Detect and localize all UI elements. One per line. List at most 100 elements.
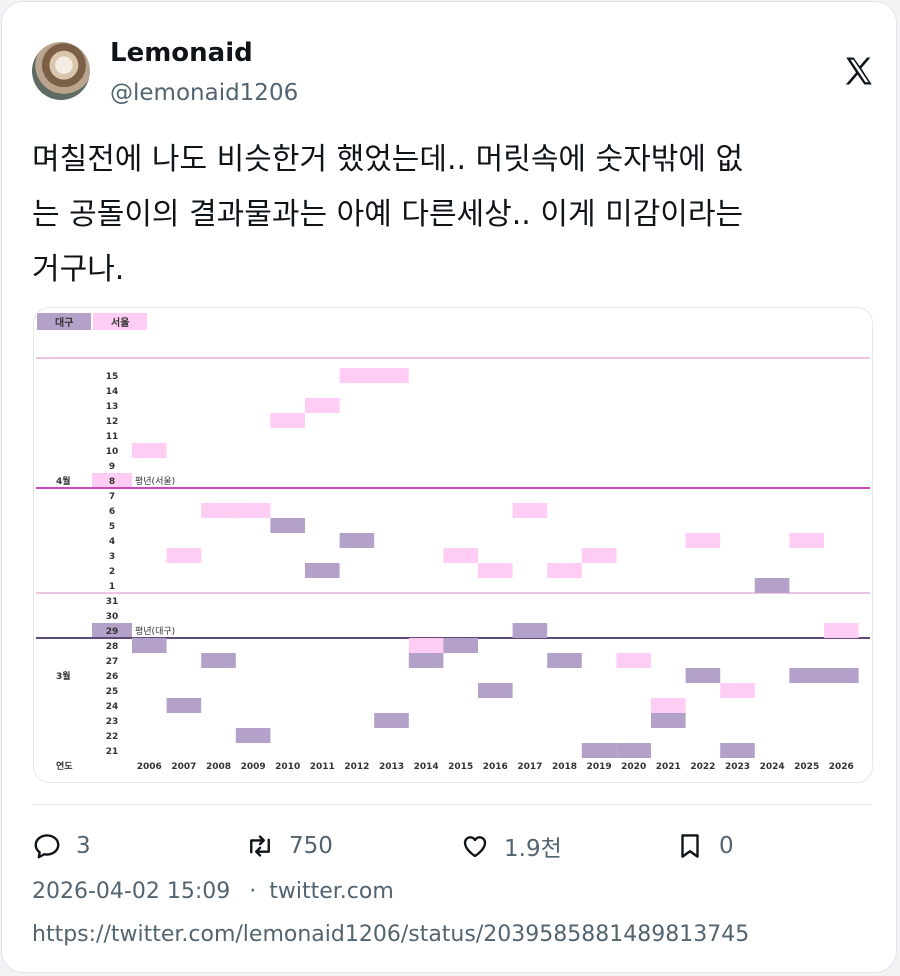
year-tick-label: 2014 [414,762,439,772]
cell-seoul [201,503,236,518]
date-tick-label: 9 [109,462,115,472]
cell-seoul [339,368,375,383]
cell-seoul [166,548,202,563]
cell-daegu [339,533,375,548]
timestamp[interactable]: 2026-04-02 15:09 [32,879,230,904]
date-tick-label: 2 [109,567,115,577]
year-tick-label: 2017 [517,762,542,772]
tweet-url[interactable]: https://twitter.com/lemonaid1206/status/… [32,922,749,947]
reply-button[interactable]: 3 [32,828,91,864]
retweet-icon [250,835,270,857]
date-tick-label: 30 [106,612,119,622]
cell-seoul [789,533,824,548]
cell-daegu [685,668,721,683]
cell-daegu [512,623,548,638]
author-handle[interactable]: @lemonaid1206 [110,80,298,106]
cell-daegu [478,683,513,698]
reply-icon [34,834,60,859]
year-tick-label: 2011 [310,762,335,772]
date-tick-label: 10 [106,447,119,457]
bookmark-button[interactable]: 0 [675,828,734,864]
year-tick-label: 2022 [690,762,715,772]
source-separator: · [249,879,257,904]
date-tick-label: 24 [106,702,119,712]
retweet-button[interactable]: 750 [245,828,333,864]
year-tick-label: 2016 [483,762,508,772]
date-tick-label: 27 [106,657,119,667]
year-tick-label: 2006 [137,762,162,772]
date-tick-label: 14 [106,387,119,397]
cell-seoul [651,698,686,713]
year-tick-label: 2025 [794,762,819,772]
cell-daegu [754,578,790,593]
cell-daegu [132,638,167,653]
cell-daegu [720,743,755,758]
like-button[interactable]: 1.9천 [460,828,562,864]
date-tick-label: 7 [109,492,115,502]
month-label: 3월 [56,670,71,682]
month-label: 4월 [56,475,71,487]
date-tick-label: 29 [106,627,119,637]
year-tick-label: 2019 [587,762,612,772]
date-tick-label: 15 [106,372,119,382]
cell-daegu [270,518,305,533]
cell-seoul [305,398,340,413]
year-tick-label: 2020 [621,762,646,772]
reference-label: 평년(서울) [135,476,175,487]
date-tick-label: 28 [106,642,119,652]
year-tick-label: 2024 [760,762,785,772]
cell-daegu [581,743,617,758]
cell-daegu [547,653,582,668]
retweet-count: 750 [289,833,333,859]
bookmark-count: 0 [719,833,734,859]
tweet-text: 며칠전에 나도 비슷한거 했었는데.. 머릿속에 숫자밖에 없 는 공돌이의 결… [32,132,867,297]
cell-seoul [581,548,617,563]
avatar[interactable] [32,42,90,100]
author-name[interactable]: Lemonaid [110,38,253,68]
date-tick-label: 5 [109,522,115,532]
tweet-text-line: 며칠전에 나도 비슷한거 했었는데.. 머릿속에 숫자밖에 없 [32,142,744,177]
date-tick-label: 6 [109,507,115,517]
date-tick-label: 23 [106,717,119,727]
cell-daegu [166,698,202,713]
cell-daegu [824,668,859,683]
year-tick-label: 2008 [206,762,231,772]
date-tick-label: 8 [109,477,115,487]
year-tick-label: 2013 [379,762,404,772]
cell-seoul [270,413,305,428]
year-tick-label: 2012 [344,762,369,772]
year-tick-label: 2023 [725,762,750,772]
cell-seoul [443,548,478,563]
heart-icon [463,836,487,858]
year-tick-label: 2010 [275,762,300,772]
cell-daegu [789,668,824,683]
cell-daegu [374,713,409,728]
date-tick-label: 13 [106,402,119,412]
year-tick-label: 2018 [552,762,577,772]
tweet-card: Lemonaid @lemonaid1206 며칠전에 나도 비슷한거 했었는데… [1,1,897,973]
source-link[interactable]: twitter.com [269,879,394,904]
year-tick-label: 2015 [448,762,473,772]
like-count: 1.9천 [504,836,562,862]
cell-daegu [408,653,444,668]
divider [32,804,872,805]
year-tick-label: 2026 [829,762,854,772]
cell-seoul [235,503,271,518]
cell-seoul [478,563,513,578]
x-logo-icon[interactable] [842,54,876,88]
cell-seoul [685,533,721,548]
tweet-media-chart[interactable]: 대구 서울 평년(서울) 평년(대구) 15 14 13 12 11 10 9 8 7 6 5 4 3 2 1 31 3… [33,307,873,783]
cell-daegu [616,743,651,758]
cell-daegu [235,728,271,743]
tweet-meta: 2026-04-02 15:09 · twitter.com [32,879,394,904]
cell-seoul [547,563,582,578]
x-axis-label: 연도 [56,761,73,772]
cell-seoul [374,368,409,383]
cell-seoul [824,623,859,638]
cell-seoul [132,443,167,458]
cell-daegu [651,713,686,728]
year-tick-label: 2007 [171,762,196,772]
date-tick-label: 25 [106,687,119,697]
date-tick-label: 22 [106,732,119,742]
legend-label: 대구 [55,316,73,329]
